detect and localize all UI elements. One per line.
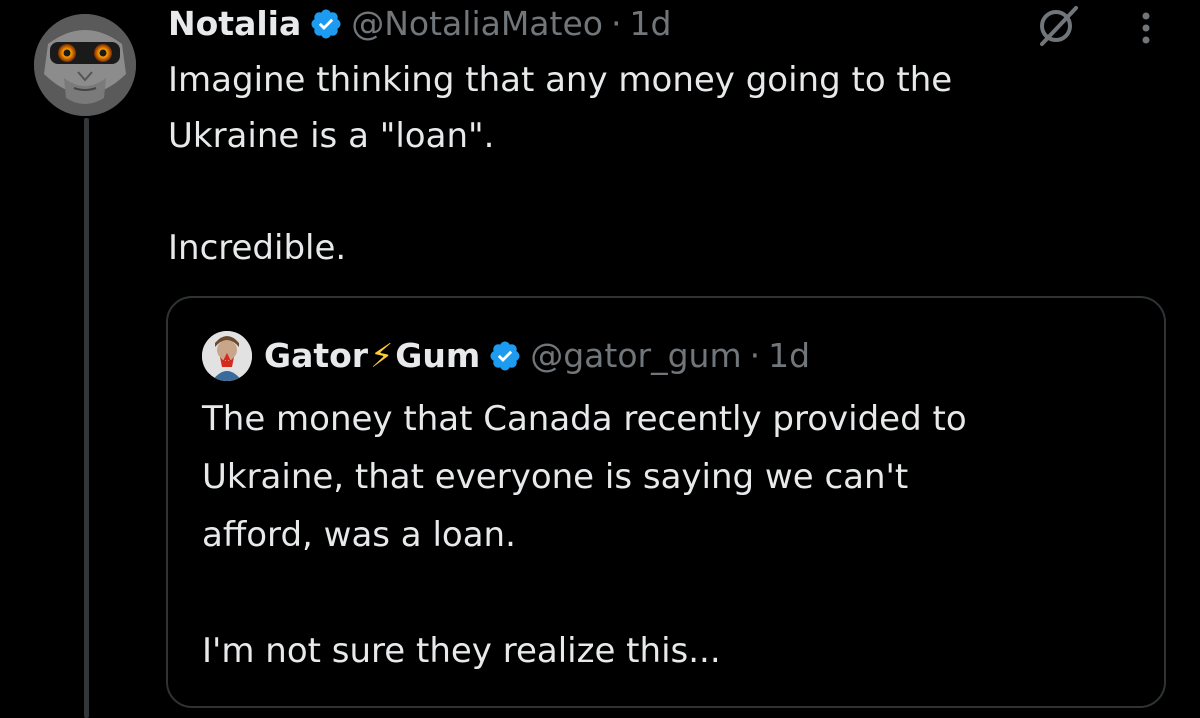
quoted-tweet-text: The money that Canada recently provided … [202, 390, 1142, 680]
tweet[interactable]: Notalia @NotaliaMateo · 1d Imagine think… [0, 0, 1200, 718]
quoted-author-name[interactable]: Gator ⚡ Gum [264, 334, 480, 378]
quoted-author-name-part: Gator [264, 336, 369, 375]
more-icon[interactable] [1132, 6, 1160, 50]
quoted-author-handle[interactable]: @gator_gum [530, 334, 741, 378]
author-handle[interactable]: @NotaliaMateo [351, 2, 603, 46]
quoted-author-name-part: Gum [395, 336, 481, 375]
separator-dot: · [749, 336, 761, 375]
verified-badge-icon[interactable] [309, 7, 343, 41]
quoted-text-line: Ukraine, that everyone is saying we can'… [202, 457, 909, 497]
quoted-tweet[interactable]: Gator ⚡ Gum @gator_gum · 1d The money th… [166, 296, 1166, 708]
separator-dot: · [610, 4, 622, 43]
quoted-tweet-header: Gator ⚡ Gum @gator_gum · 1d [202, 331, 810, 381]
tweet-text-line: Imagine thinking that any money going to… [168, 60, 953, 100]
quoted-text-line: I'm not sure they realize this... [202, 631, 721, 671]
tweet-text: Imagine thinking that any money going to… [168, 52, 1068, 276]
timestamp[interactable]: 1d [629, 2, 671, 46]
tweet-header: Notalia @NotaliaMateo · 1d [168, 2, 671, 46]
lightning-emoji: ⚡ [370, 336, 394, 375]
tweet-text-line: Ukraine is a "loan". [168, 116, 495, 156]
avatar[interactable] [34, 14, 136, 116]
grok-icon[interactable] [1034, 4, 1082, 48]
quoted-avatar[interactable] [202, 331, 252, 381]
verified-badge-icon[interactable] [488, 339, 522, 373]
quoted-timestamp[interactable]: 1d [768, 334, 810, 378]
quoted-text-line: The money that Canada recently provided … [202, 399, 967, 439]
quoted-text-line: afford, was a loan. [202, 515, 516, 555]
tweet-text-line: Incredible. [168, 228, 347, 268]
thread-line [84, 118, 89, 718]
author-display-name[interactable]: Notalia [168, 2, 301, 46]
